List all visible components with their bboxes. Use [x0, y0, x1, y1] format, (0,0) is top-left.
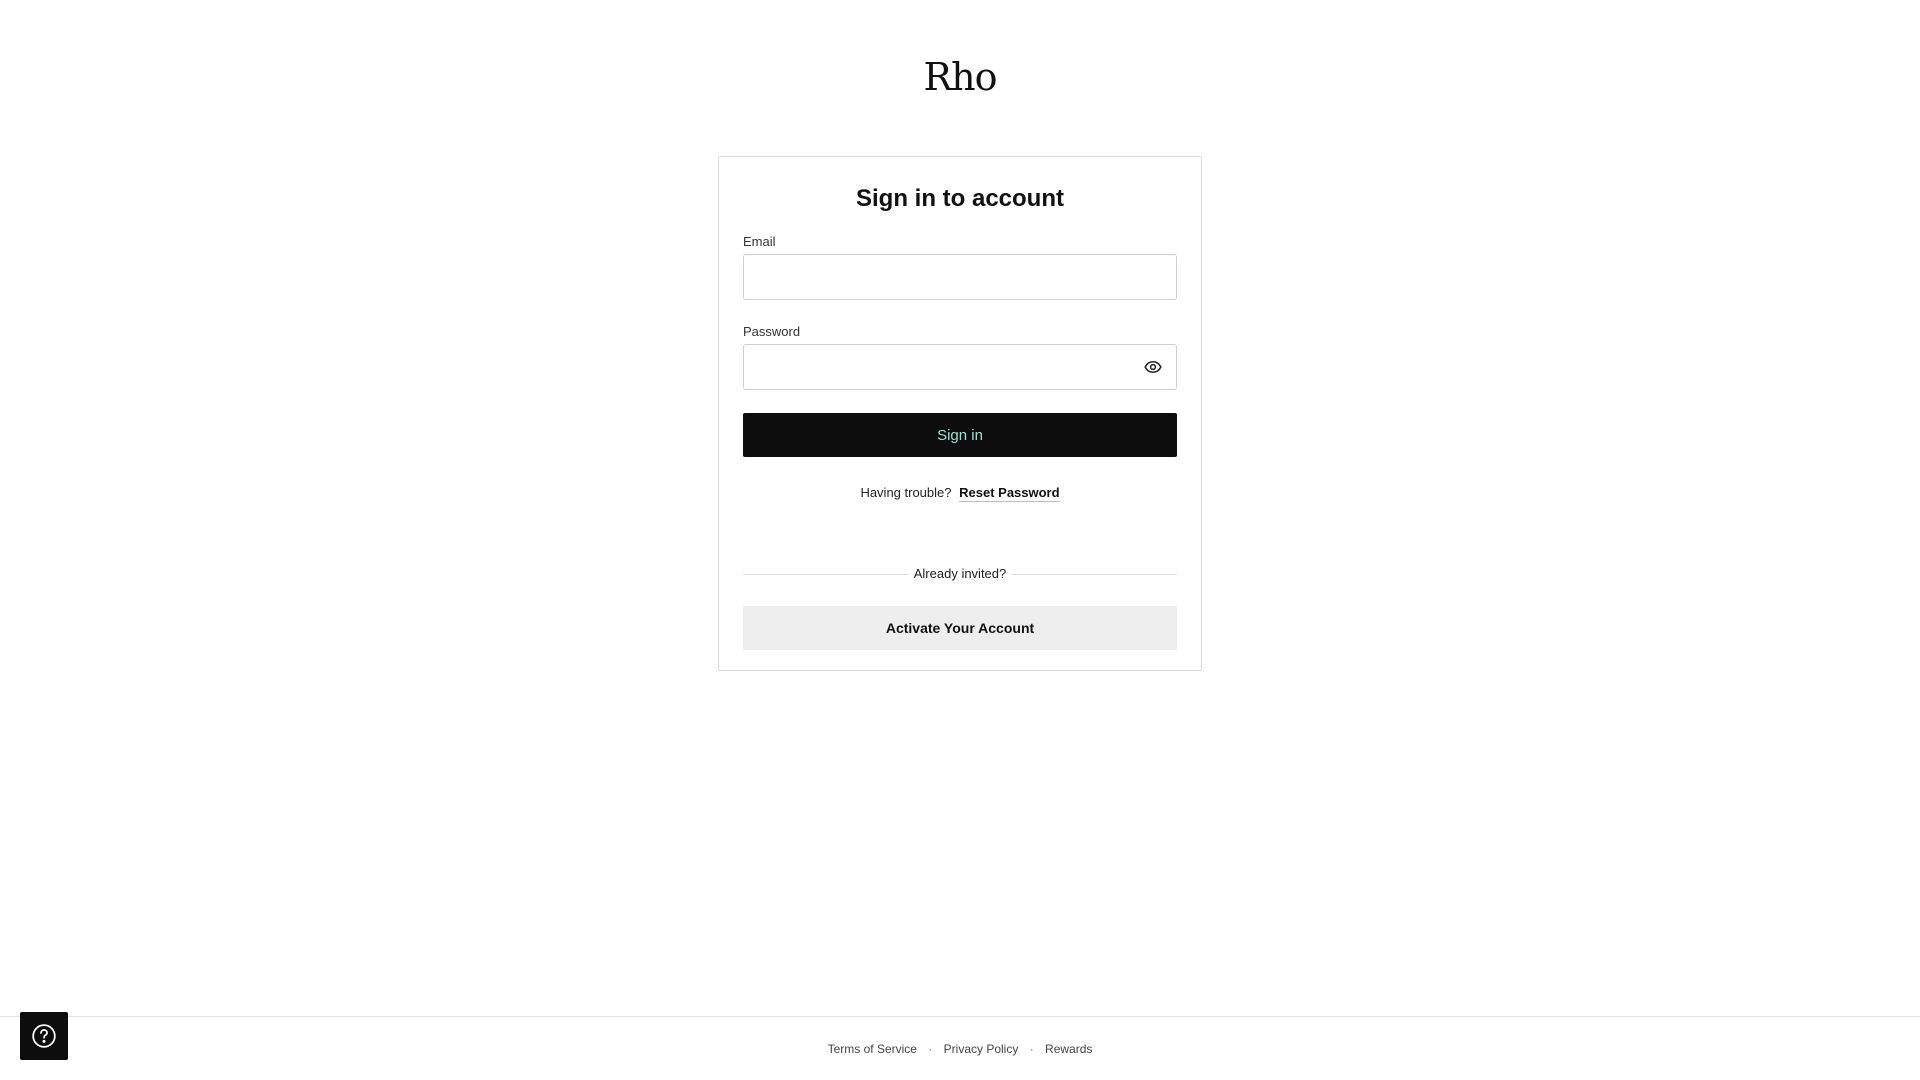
- reset-password-link[interactable]: Reset Password: [959, 485, 1060, 502]
- signin-card: Sign in to account Email Password Sign i…: [718, 156, 1202, 671]
- divider-line-left: [743, 574, 911, 575]
- footer-separator: ·: [1029, 1042, 1034, 1056]
- password-field[interactable]: [744, 345, 1176, 389]
- eye-icon[interactable]: [1144, 358, 1162, 376]
- help-circle-icon: [31, 1023, 57, 1049]
- trouble-text: Having trouble?: [860, 485, 952, 500]
- already-invited-divider: Already invited?: [743, 565, 1177, 583]
- footer-links: Terms of Service · Privacy Policy · Rewa…: [0, 1041, 1920, 1057]
- divider-line-right: [1009, 574, 1177, 575]
- email-label: Email: [743, 234, 776, 249]
- privacy-policy-link[interactable]: Privacy Policy: [944, 1042, 1019, 1056]
- rho-logo[interactable]: Rho: [0, 52, 1920, 102]
- help-button[interactable]: [20, 1012, 68, 1060]
- activate-account-button[interactable]: Activate Your Account: [743, 606, 1177, 650]
- email-field[interactable]: [744, 255, 1176, 299]
- rewards-link[interactable]: Rewards: [1045, 1042, 1092, 1056]
- page-title: Sign in to account: [856, 185, 1064, 212]
- email-field-wrapper: [743, 254, 1177, 300]
- divider-text: Already invited?: [907, 565, 1013, 583]
- footer-separator: ·: [928, 1042, 933, 1056]
- trouble-row: Having trouble? Reset Password: [743, 484, 1177, 502]
- footer: Terms of Service · Privacy Policy · Rewa…: [0, 1016, 1920, 1080]
- password-label: Password: [743, 324, 801, 339]
- terms-of-service-link[interactable]: Terms of Service: [828, 1042, 917, 1056]
- password-field-wrapper: [743, 344, 1177, 390]
- login-page: Rho Sign in to account Email Password Si…: [0, 0, 1920, 1080]
- signin-button[interactable]: Sign in: [743, 413, 1177, 457]
